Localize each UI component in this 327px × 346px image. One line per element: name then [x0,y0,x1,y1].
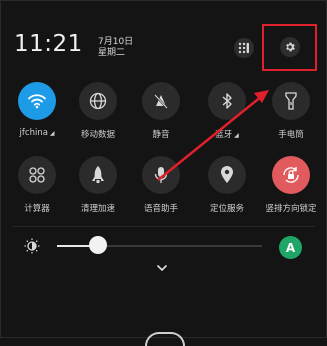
tile-location[interactable]: 定位服务 [199,156,255,214]
tile-voice-assistant[interactable]: 语音助手 [133,156,189,214]
mobile-data-tile-circle [79,82,117,120]
flashlight-icon [285,92,297,110]
clean-boost-tile-circle [79,156,117,194]
microphone-icon [154,167,168,183]
flashlight-tile-circle [272,82,310,120]
tile-wifi[interactable]: jfchina ◢ [9,82,65,138]
home-indicator [145,332,185,346]
tile-clean-boost[interactable]: 清理加速 [70,156,126,214]
settings-highlight-box [262,24,317,71]
auto-brightness-button[interactable]: A [279,236,302,259]
mute-icon [154,94,168,109]
edit-tiles-button[interactable] [234,38,254,58]
calculator-tile-circle [18,156,56,194]
tile-calculator[interactable]: 计算器 [9,156,65,214]
location-icon [221,166,233,183]
calculator-icon [29,167,45,183]
date-day: 7月10日 [98,37,134,47]
location-tile-circle [208,156,246,194]
voice-assistant-tile-circle [142,156,180,194]
rotation-lock-icon [283,167,299,183]
wifi-icon [28,94,46,109]
rotation-lock-tile-circle [272,156,310,194]
tile-rotation-lock[interactable]: 竖排方向锁定 [263,156,319,214]
brightness-slider-thumb[interactable] [89,236,107,254]
rotation-lock-tile-label: 竖排方向锁定 [265,204,317,214]
grid-icon [238,42,249,54]
date-weekday: 星期二 [98,48,126,58]
wifi-tile-label: jfchina ◢ [19,128,55,138]
divider [12,226,315,227]
wifi-tile-circle [18,82,56,120]
voice-assistant-tile-label: 语音助手 [143,204,178,214]
bluetooth-tile-circle [208,82,246,120]
flashlight-tile-label: 手电筒 [278,130,304,140]
tile-mute[interactable]: 静音 [133,82,189,140]
rocket-icon [92,166,104,183]
date-display: 7月10日 星期二 [98,37,133,59]
location-tile-label: 定位服务 [209,204,244,214]
mute-tile-circle [142,82,180,120]
brightness-icon [24,238,40,254]
globe-icon [89,92,107,110]
calculator-tile-label: 计算器 [24,204,50,214]
tile-flashlight[interactable]: 手电筒 [263,82,319,140]
bluetooth-icon [222,93,232,109]
clean-boost-tile-label: 清理加速 [80,204,115,214]
chevron-down-icon[interactable] [156,264,168,272]
tile-mobile-data[interactable]: 移动数据 [70,82,126,140]
tile-bluetooth[interactable]: 蓝牙 ◢ [199,82,255,140]
mobile-data-tile-label: 移动数据 [80,130,115,140]
bluetooth-tile-label: 蓝牙 ◢ [215,130,239,140]
mute-tile-label: 静音 [152,130,170,140]
clock-time: 11:21 [14,31,83,57]
